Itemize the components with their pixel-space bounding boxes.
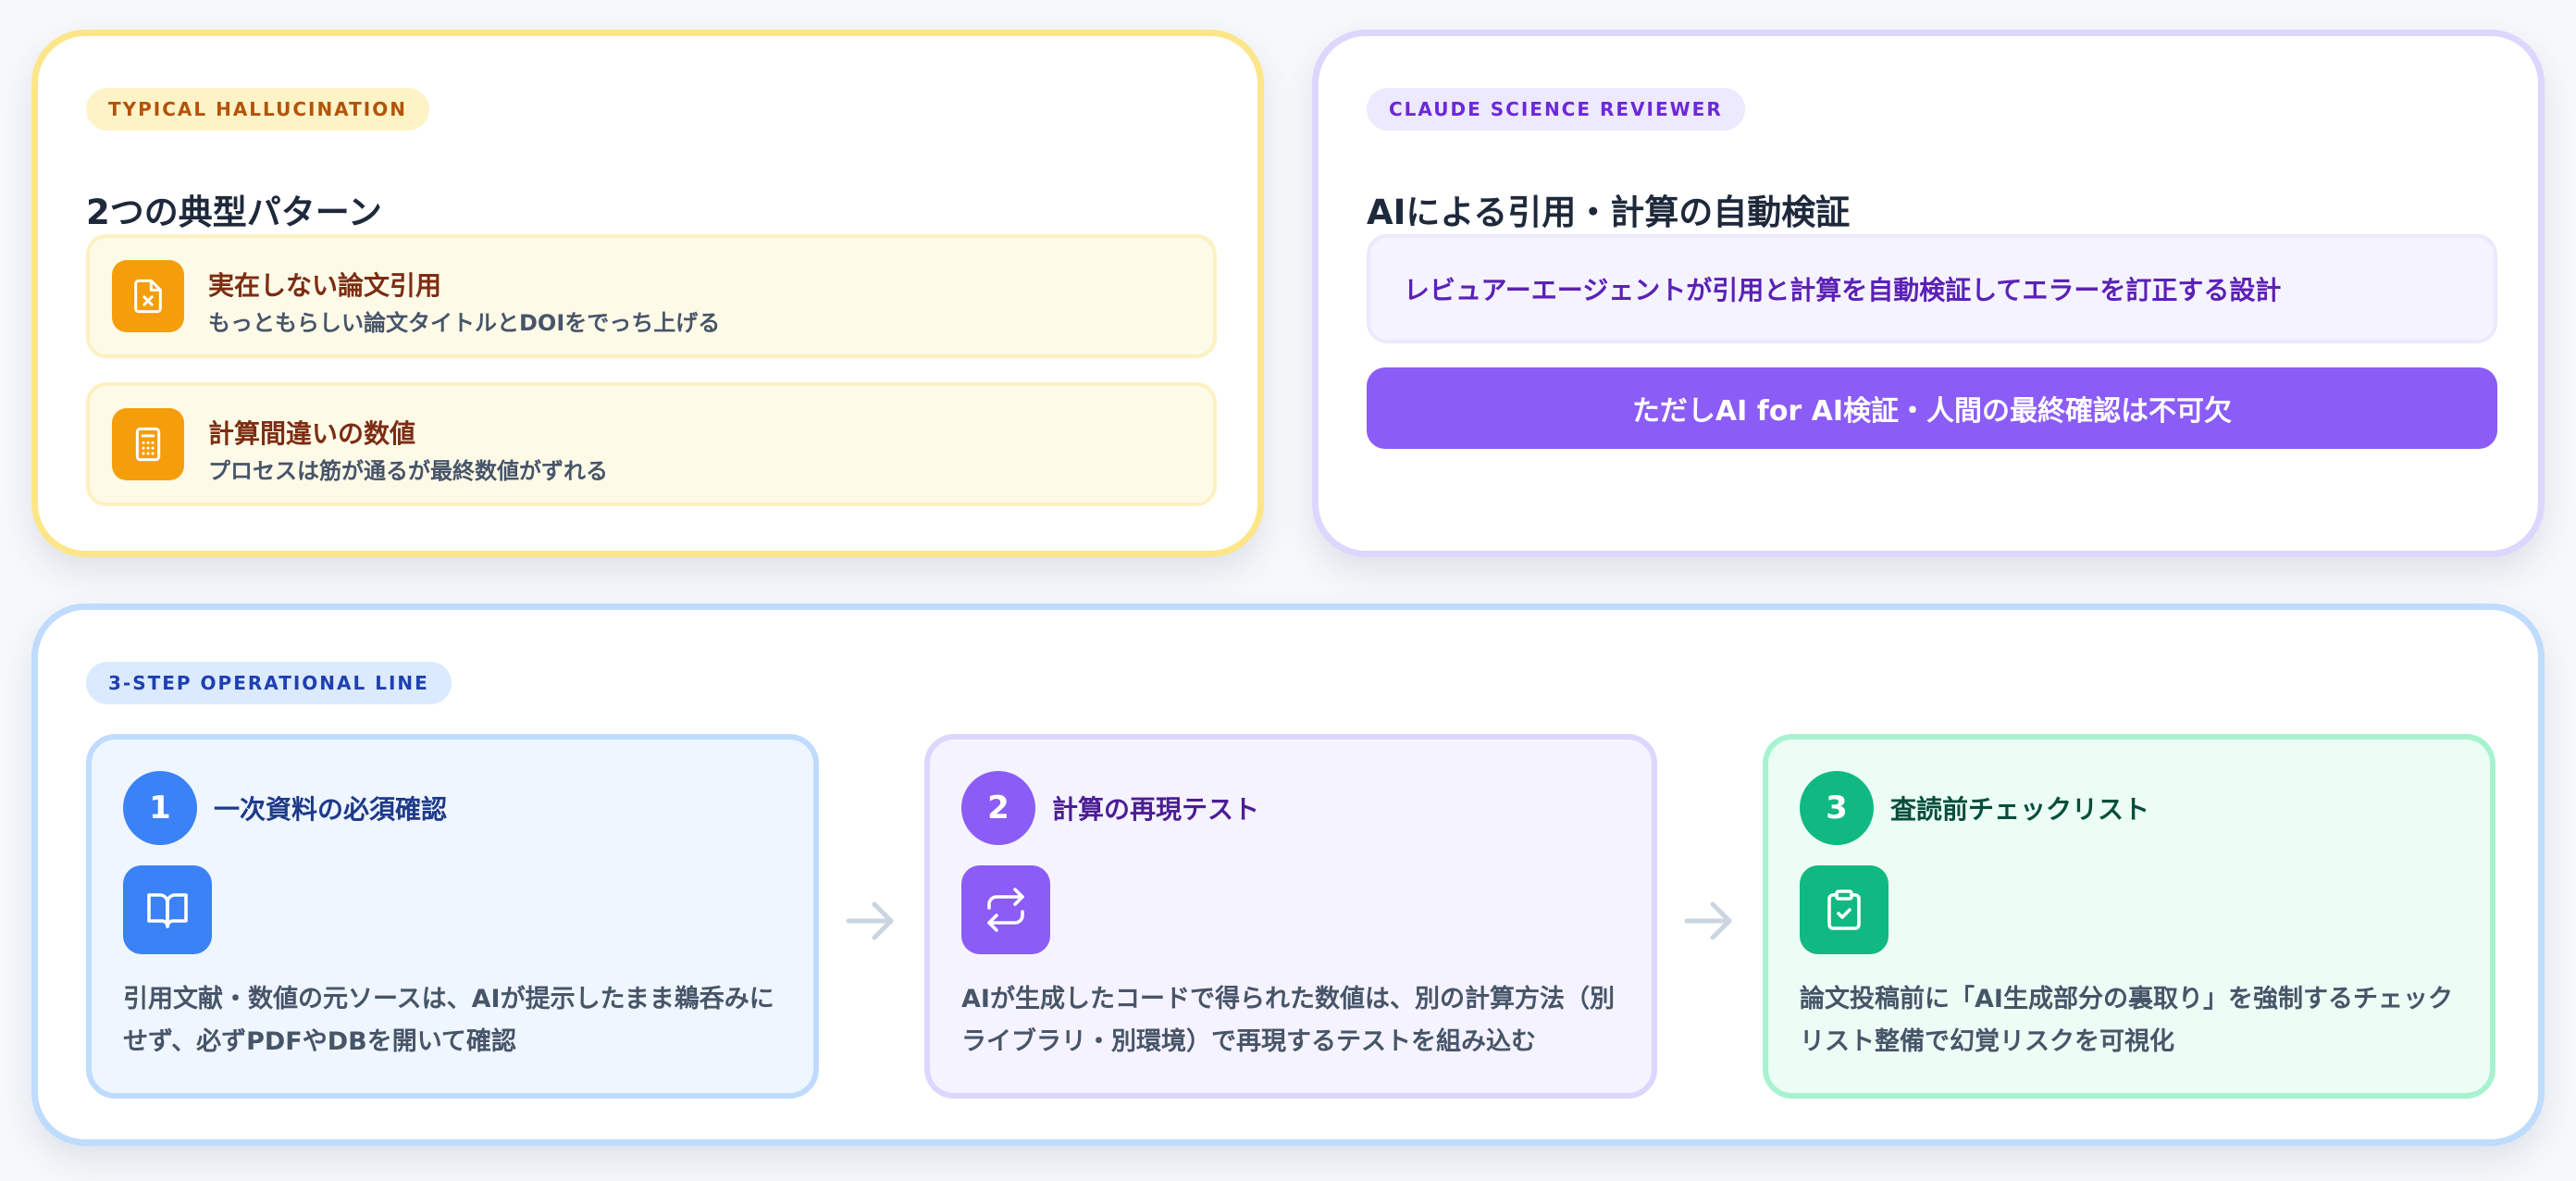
step-description: 引用文献・数値の元ソースは、AIが提示したまま鵜呑みにせず、必ずPDFやDBを開… [123, 985, 774, 1056]
step-number: 3 [1800, 771, 1874, 845]
pattern-item-fake-citation: 実在しない論文引用 もっともらしい論文タイトルとDOIをでっち上げる [86, 234, 1217, 358]
step-card-primary-source: 1 一次資料の必須確認 引用文献・数値の元ソースは、AIが提示したまま鵜呑みにせ… [86, 734, 819, 1099]
hallucination-card: TYPICAL HALLUCINATION 2つの典型パターン 実在しない論文引… [31, 30, 1264, 557]
reviewer-title: AIによる引用・計算の自動検証 [1367, 193, 1851, 232]
pattern-description: もっともらしい論文タイトルとDOIをでっち上げる [208, 310, 721, 336]
calculator-icon [112, 408, 184, 480]
operational-line-card: 3-STEP OPERATIONAL LINE 1 一次資料の必須確認 引用文献… [31, 603, 2545, 1146]
operational-line-badge: 3-STEP OPERATIONAL LINE [86, 662, 452, 704]
reviewer-badge: CLAUDE SCIENCE REVIEWER [1367, 88, 1745, 131]
step-card-review-checklist: 3 査読前チェックリスト 論文投稿前に「AI生成部分の裏取り」を強制するチェック… [1763, 734, 2496, 1099]
step-title: 査読前チェックリスト [1890, 794, 2150, 825]
pattern-item-calc-error: 計算間違いの数値 プロセスは筋が通るが最終数値がずれる [86, 382, 1217, 506]
step-description: AIが生成したコードで得られた数値は、別の計算方法（別ライブラリ・別環境）で再現… [961, 985, 1615, 1056]
pattern-title: 実在しない論文引用 [208, 270, 442, 301]
step-title: 一次資料の必須確認 [214, 794, 448, 825]
clipboard-check-icon [1800, 865, 1889, 954]
reviewer-card: CLAUDE SCIENCE REVIEWER AIによる引用・計算の自動検証 … [1312, 30, 2545, 557]
step-card-reproduction-test: 2 計算の再現テスト AIが生成したコードで得られた数値は、別の計算方法（別ライ… [924, 734, 1657, 1099]
book-open-icon [123, 865, 212, 954]
pattern-title: 計算間違いの数値 [208, 418, 416, 449]
arrow-right-icon [1684, 901, 1732, 940]
step-number: 1 [123, 771, 197, 845]
pattern-description: プロセスは筋が通るが最終数値がずれる [208, 458, 608, 484]
step-number: 2 [961, 771, 1035, 845]
repeat-icon [961, 865, 1050, 954]
file-x-icon [112, 260, 184, 332]
step-description: 論文投稿前に「AI生成部分の裏取り」を強制するチェックリスト整備で幻覚リスクを可… [1800, 985, 2453, 1056]
human-verification-banner: ただしAI for AI検証・人間の最終確認は不可欠 [1367, 367, 2497, 449]
hallucination-badge: TYPICAL HALLUCINATION [86, 88, 429, 131]
hallucination-title: 2つの典型パターン [86, 193, 382, 232]
reviewer-description: レビュアーエージェントが引用と計算を自動検証してエラーを訂正する設計 [1367, 234, 2497, 343]
arrow-right-icon [846, 901, 894, 940]
step-title: 計算の再現テスト [1052, 794, 1260, 825]
